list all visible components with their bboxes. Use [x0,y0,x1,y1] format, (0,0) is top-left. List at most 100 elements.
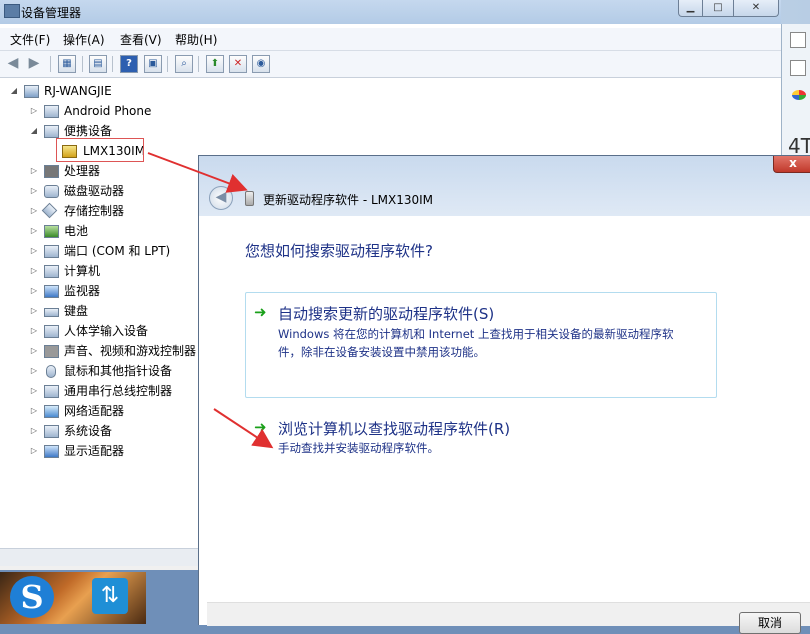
back-arrow-icon[interactable]: ◀ [5,55,21,71]
tree-item-batteries[interactable]: ▷ 电池 [30,221,200,241]
tree-item-label: 端口 (COM 和 LPT) [64,244,171,258]
usb-plug-icon: ⇅ [92,578,128,614]
tree-item-monitors[interactable]: ▷ 监视器 [30,281,200,301]
option-title: 浏览计算机以查找驱动程序软件(R) [278,420,511,438]
option-description-line: 件，除非在设备安装设置中禁用该功能。 [278,345,485,359]
option-description: 手动查找并安装驱动程序软件。 [278,439,712,457]
app-logo-icon: S [10,576,54,618]
tree-item-keyboards[interactable]: ▷ 键盘 [30,301,200,321]
title-bar: 设备管理器 ▁ □ ✕ [0,0,781,24]
document-icon[interactable]: ▤ [89,55,107,73]
menu-view[interactable]: 查看(V) [120,31,162,48]
tree-item-network-adapters[interactable]: ▷ 网络适配器 [30,401,200,421]
menu-help[interactable]: 帮助(H) [175,31,217,48]
background-checkbox [790,32,806,48]
menu-bar: 文件(F) 操作(A) 查看(V) 帮助(H) [0,28,781,51]
tree-item-disk-drives[interactable]: ▷ 磁盘驱动器 [30,181,200,201]
display-adapter-icon [44,445,59,458]
expand-icon[interactable]: ▷ [30,241,38,261]
tree-item-storage-controllers[interactable]: ▷ 存储控制器 [30,201,200,221]
expand-icon[interactable]: ▷ [30,321,38,341]
tree-item-label: Android Phone [64,104,152,118]
tree-item-usb-controllers[interactable]: ▷ 通用串行总线控制器 [30,381,200,401]
option-auto-search[interactable]: ➜ 自动搜索更新的驱动程序软件(S) Windows 将在您的计算机和 Inte… [245,292,717,398]
tree-item-processors[interactable]: ▷ 处理器 [30,161,200,181]
green-arrow-icon: ➜ [254,303,267,321]
expand-icon[interactable]: ▷ [30,361,38,381]
collapse-icon[interactable]: ◢ [30,121,38,141]
tree-item-label: 通用串行总线控制器 [64,384,173,398]
minimize-button[interactable]: ▁ [678,0,703,17]
tree-item-hid[interactable]: ▷ 人体学输入设备 [30,321,200,341]
taskbar-thumbnail[interactable]: S ⇅ [0,572,146,624]
tree-item-label: 鼠标和其他指针设备 [64,364,173,378]
tree-item-label: 计算机 [64,264,101,278]
system-device-icon [44,425,59,438]
expand-icon[interactable]: ▷ [30,281,38,301]
expand-icon[interactable]: ▷ [30,201,38,221]
collapse-icon[interactable]: ◢ [10,81,18,101]
tree-item-label: 存储控制器 [64,204,125,218]
expand-icon[interactable]: ▷ [30,181,38,201]
tree-item-sound[interactable]: ▷ 声音、视频和游戏控制器 [30,341,200,361]
expand-icon[interactable]: ▷ [30,301,38,321]
view-icon[interactable]: ▣ [144,55,162,73]
cancel-button[interactable]: 取消 [739,612,801,634]
help-icon[interactable]: ? [120,55,138,73]
horizontal-scrollbar[interactable] [0,548,200,566]
tree-item-label: 键盘 [64,304,89,318]
expand-icon[interactable]: ▷ [30,381,38,401]
back-button[interactable]: ◀ [209,186,233,210]
forward-arrow-icon[interactable]: ▶ [26,55,42,71]
option-browse-computer[interactable]: ➜ 浏览计算机以查找驱动程序软件(R) 手动查找并安装驱动程序软件。 [245,414,717,466]
tree-item-label: 磁盘驱动器 [64,184,125,198]
computer-icon [44,265,59,278]
properties-grid-icon[interactable]: ▦ [58,55,76,73]
expand-icon[interactable]: ▷ [30,101,38,121]
tree-item-android-phone[interactable]: ▷ Android Phone [30,101,200,121]
menu-action[interactable]: 操作(A) [63,31,105,48]
tree-item-ports[interactable]: ▷ 端口 (COM 和 LPT) [30,241,200,261]
battery-icon [44,225,59,238]
toolbar-separator [82,56,83,72]
option-description: Windows 将在您的计算机和 Internet 上查找用于相关设备的最新驱动… [278,325,712,361]
expand-icon[interactable]: ▷ [30,341,38,361]
tree-item-display-adapters[interactable]: ▷ 显示适配器 [30,441,200,461]
uninstall-icon[interactable]: ✕ [229,55,247,73]
expand-icon[interactable]: ▷ [30,161,38,181]
expand-icon[interactable]: ▷ [30,221,38,241]
monitor-icon [44,285,59,298]
enable-device-icon[interactable]: ◉ [252,55,270,73]
tree-item-computer[interactable]: ▷ 计算机 [30,261,200,281]
maximize-button[interactable]: □ [702,0,734,17]
close-button[interactable]: ✕ [733,0,779,17]
tree-root[interactable]: ◢ RJ-WANGJIE [8,81,168,101]
expand-icon[interactable]: ▷ [30,401,38,421]
tree-item-label: 处理器 [64,164,101,178]
expand-icon[interactable]: ▷ [30,441,38,461]
search-question: 您想如何搜索驱动程序软件? [245,242,433,260]
update-driver-icon[interactable]: ⬆ [206,55,224,73]
dialog-close-button[interactable]: x [773,156,810,173]
scan-hardware-icon[interactable]: ⌕ [175,55,193,73]
toolbar-separator [50,56,51,72]
green-arrow-icon: ➜ [254,418,267,436]
toolbar-separator [198,56,199,72]
tree-root-label: RJ-WANGJIE [44,84,112,98]
option-description-line: Windows 将在您的计算机和 Internet 上查找用于相关设备的最新驱动… [278,327,674,341]
toolbar: ◀ ▶ ▦ ▤ ? ▣ ⌕ ⬆ ✕ ◉ [0,51,781,78]
expand-icon[interactable]: ▷ [30,261,38,281]
update-driver-dialog: x ◀ 更新驱动程序软件 - LMX130IM 您想如何搜索驱动程序软件? ➜ … [198,155,810,634]
menu-file[interactable]: 文件(F) [10,31,50,48]
tree-item-label: 人体学输入设备 [64,324,149,338]
tree-item-system-devices[interactable]: ▷ 系统设备 [30,421,200,441]
storage-controller-icon [41,202,58,219]
toolbar-separator [112,56,113,72]
highlight-box [56,138,144,162]
tree-item-label: 声音、视频和游戏控制器 [64,344,197,358]
speaker-icon [44,345,59,358]
tree-item-label: 系统设备 [64,424,113,438]
expand-icon[interactable]: ▷ [30,421,38,441]
tree-item-mice[interactable]: ▷ 鼠标和其他指针设备 [30,361,200,381]
device-icon [245,191,254,206]
